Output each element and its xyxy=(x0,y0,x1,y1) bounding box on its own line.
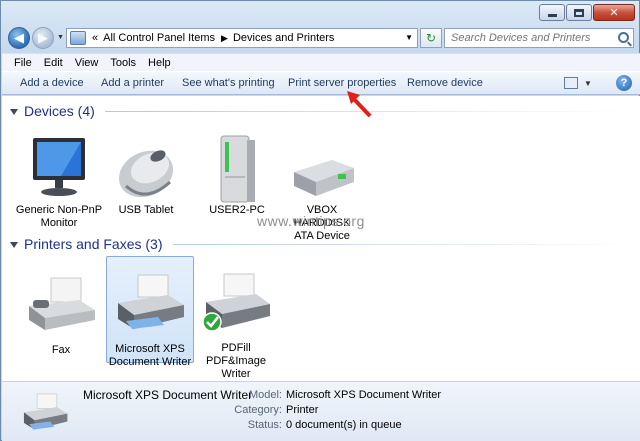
printer-microsoft-xps[interactable]: Microsoft XPS Document Writer xyxy=(106,256,194,368)
details-model-label: Model: xyxy=(248,389,282,401)
fax-icon xyxy=(23,274,99,344)
navigation-bar: ◀ ▶ ▼ « All Control Panel Items ▶ Device… xyxy=(6,27,634,51)
device-label: PDF&Image xyxy=(206,355,266,367)
monitor-icon xyxy=(21,134,97,204)
command-bar: Add a device Add a printer See what's pr… xyxy=(2,71,640,95)
search-box[interactable] xyxy=(444,28,634,48)
device-user2-pc[interactable]: USER2-PC xyxy=(193,134,281,217)
menu-bar: File Edit View Tools Help xyxy=(2,53,640,71)
back-arrow-icon: ◀ xyxy=(14,30,24,45)
recent-pages-dropdown[interactable]: ▼ xyxy=(57,34,64,41)
remove-device-button[interactable]: Remove device xyxy=(407,77,483,89)
address-bar[interactable]: « All Control Panel Items ▶ Devices and … xyxy=(66,28,418,48)
devices-group-title: Devices (4) xyxy=(24,103,95,119)
address-history-dropdown[interactable]: ▼ xyxy=(405,33,413,42)
minimize-button[interactable] xyxy=(539,4,565,21)
printers-group-header[interactable]: Printers and Faxes (3) xyxy=(2,235,640,253)
device-generic-monitor[interactable]: Generic Non-PnP Monitor xyxy=(15,134,103,230)
details-status-value: 0 document(s) in queue xyxy=(286,419,402,431)
see-whats-printing-button[interactable]: See what's printing xyxy=(182,77,275,89)
menu-file[interactable]: File xyxy=(14,57,32,69)
collapse-triangle-icon[interactable] xyxy=(10,109,18,115)
address-overflow-chevron[interactable]: « xyxy=(92,32,98,44)
details-category-value: Printer xyxy=(286,404,319,416)
refresh-icon: ↻ xyxy=(425,31,437,45)
device-label: Generic Non-PnP xyxy=(15,204,103,216)
device-label: Monitor xyxy=(40,217,78,229)
menu-tools[interactable]: Tools xyxy=(110,57,136,69)
menu-help[interactable]: Help xyxy=(148,57,171,69)
device-label: USB Tablet xyxy=(118,204,174,216)
printer-fax[interactable]: Fax xyxy=(17,274,105,357)
breadcrumb-all-control-panel-items[interactable]: All Control Panel Items xyxy=(103,32,215,44)
details-category-label: Category: xyxy=(234,404,282,416)
view-options-dropdown[interactable]: ▼ xyxy=(584,79,592,88)
device-list: Devices (4) Generic Non-PnP Monitor USB … xyxy=(2,96,640,381)
menu-view[interactable]: View xyxy=(75,57,99,69)
watermark-text: www.wintips.org xyxy=(257,213,365,229)
device-label: Microsoft XPS xyxy=(115,343,185,355)
devices-group-header[interactable]: Devices (4) xyxy=(2,102,640,120)
device-label: Fax xyxy=(51,344,71,356)
back-button[interactable]: ◀ xyxy=(8,27,30,49)
breadcrumb-separator[interactable]: ▶ xyxy=(221,33,228,44)
printers-group-title: Printers and Faxes (3) xyxy=(24,236,163,252)
collapse-triangle-icon[interactable] xyxy=(10,242,18,248)
details-status-label: Status: xyxy=(247,419,282,431)
close-icon: ✕ xyxy=(609,7,619,19)
search-icon[interactable] xyxy=(618,32,629,43)
printer-icon xyxy=(112,273,188,343)
computer-tower-icon xyxy=(199,134,275,204)
details-model-value: Microsoft XPS Document Writer xyxy=(286,389,442,401)
refresh-button[interactable]: ↻ xyxy=(420,28,442,48)
printer-default-icon xyxy=(198,272,274,342)
forward-button[interactable]: ▶ xyxy=(32,27,54,49)
maximize-icon xyxy=(567,5,591,20)
forward-arrow-icon: ▶ xyxy=(38,30,48,45)
search-input[interactable] xyxy=(451,32,611,44)
change-view-icon[interactable] xyxy=(564,77,578,89)
add-printer-button[interactable]: Add a printer xyxy=(101,77,164,89)
maximize-button[interactable] xyxy=(566,4,592,21)
printer-icon xyxy=(20,390,70,436)
device-label: Writer xyxy=(221,368,251,380)
device-label: Document Writer xyxy=(108,356,192,368)
close-button[interactable]: ✕ xyxy=(593,4,635,21)
explorer-window: ✕ ◀ ▶ ▼ « All Control Panel Items ▶ Devi… xyxy=(0,0,640,441)
group-divider xyxy=(172,243,633,245)
red-arrow-annotation xyxy=(347,91,372,118)
device-label: PDFill xyxy=(221,342,251,354)
menu-edit[interactable]: Edit xyxy=(44,57,63,69)
breadcrumb-devices-and-printers[interactable]: Devices and Printers xyxy=(233,32,335,44)
add-device-button[interactable]: Add a device xyxy=(20,77,84,89)
help-icon[interactable]: ? xyxy=(616,75,632,91)
hard-disk-icon xyxy=(284,134,360,204)
control-panel-icon xyxy=(70,31,86,45)
details-pane: Microsoft XPS Document Writer Model: Mic… xyxy=(2,381,640,441)
printer-pdfill[interactable]: PDFill PDF&Image Writer xyxy=(192,272,280,381)
print-server-properties-button[interactable]: Print server properties xyxy=(288,77,396,89)
minimize-icon xyxy=(540,5,564,20)
device-usb-tablet[interactable]: USB Tablet xyxy=(102,134,190,217)
caption-buttons: ✕ xyxy=(538,4,635,21)
mouse-icon xyxy=(108,134,184,204)
